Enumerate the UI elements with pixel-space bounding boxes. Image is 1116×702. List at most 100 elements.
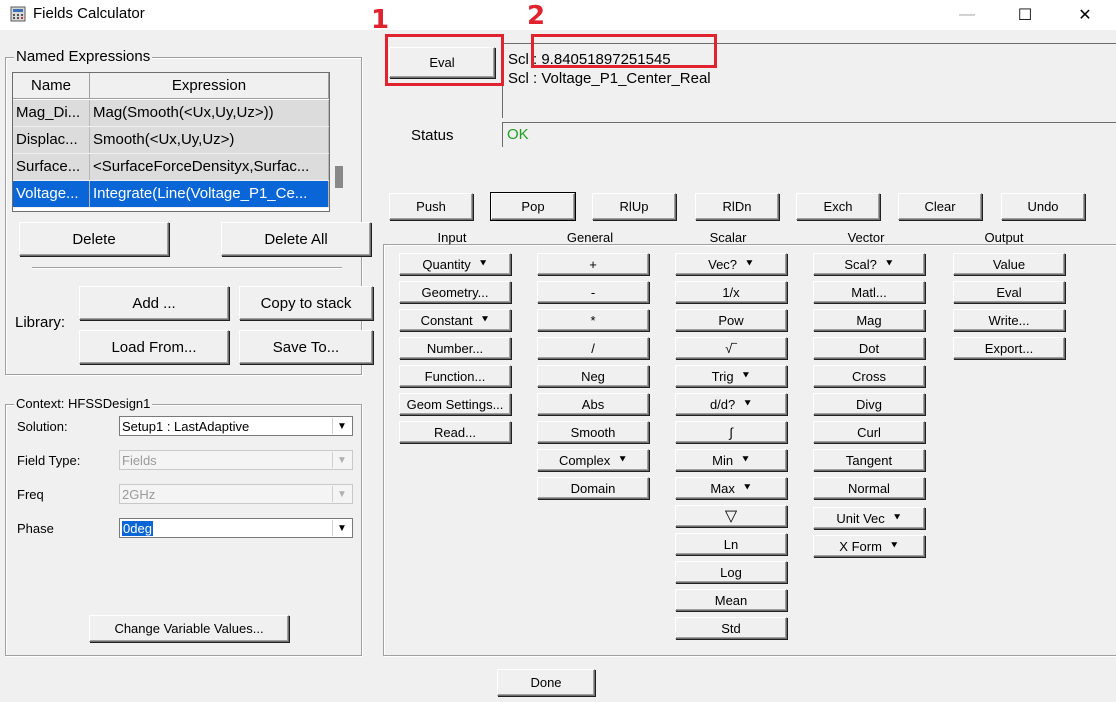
dot-button[interactable]: Dot (813, 337, 925, 359)
scal-button[interactable]: Scal? ⯆ (813, 253, 925, 275)
mean-button[interactable]: Mean (675, 589, 787, 611)
output-eval-button[interactable]: Eval (953, 281, 1065, 303)
row-expression: Smooth(<Ux,Uy,Uz>) (90, 127, 329, 153)
tangent-button[interactable]: Tangent (813, 449, 925, 471)
table-scrollbar[interactable] (330, 72, 348, 210)
std-button[interactable]: Std (675, 617, 787, 639)
push-button[interactable]: Push (389, 193, 473, 220)
delete-all-button[interactable]: Delete All (221, 222, 371, 256)
curl-button[interactable]: Curl (813, 421, 925, 443)
cross-button[interactable]: Cross (813, 365, 925, 387)
load-from-button[interactable]: Load From... (79, 330, 229, 364)
phase-value: 0deg (122, 521, 153, 536)
clear-button[interactable]: Clear (898, 193, 982, 220)
column-header-name[interactable]: Name (13, 73, 90, 98)
smooth-button[interactable]: Smooth (537, 421, 649, 443)
dropdown-arrow-icon: ⯆ (889, 539, 899, 552)
table-header: Name Expression (13, 73, 329, 99)
minimize-icon[interactable]: — (944, 2, 990, 28)
domain-button[interactable]: Domain (537, 477, 649, 499)
normal-button[interactable]: Normal (813, 477, 925, 499)
quantity-button[interactable]: Quantity ⯆ (399, 253, 511, 275)
annotation-label-1: 1 (371, 5, 390, 35)
integral-button[interactable]: ∫ (675, 421, 787, 443)
quantity-label: Quantity (422, 256, 471, 272)
complex-button[interactable]: Complex ⯆ (537, 449, 649, 471)
chevron-down-icon: ▼ (332, 452, 351, 468)
chevron-down-icon: ▼ (332, 418, 351, 434)
mag-button[interactable]: Mag (813, 309, 925, 331)
dropdown-arrow-icon: ⯆ (745, 257, 754, 270)
scal-label: Scal? (844, 256, 877, 272)
annotation-label-2: 2 (527, 1, 546, 31)
ln-button[interactable]: Ln (675, 533, 787, 555)
row-name: Voltage... (13, 181, 90, 207)
rlup-button[interactable]: RlUp (592, 193, 676, 220)
table-row[interactable]: Surface... <SurfaceForceDensityx,Surfac.… (13, 154, 329, 181)
table-row-selected[interactable]: Voltage... Integrate(Line(Voltage_P1_Ce.… (13, 181, 329, 208)
write-button[interactable]: Write... (953, 309, 1065, 331)
rldn-button[interactable]: RlDn (695, 193, 779, 220)
constant-button[interactable]: Constant ⯆ (399, 309, 511, 331)
function-button[interactable]: Function... (399, 365, 511, 387)
vec-button[interactable]: Vec? ⯆ (675, 253, 787, 275)
phase-select[interactable]: 0deg ▼ (119, 518, 353, 538)
dropdown-arrow-icon: ⯆ (741, 453, 750, 466)
number-button[interactable]: Number... (399, 337, 511, 359)
trig-label: Trig (711, 368, 734, 384)
matl-button[interactable]: Matl... (813, 281, 925, 303)
general-column-title: General (566, 230, 614, 245)
geom-settings-button[interactable]: Geom Settings... (399, 393, 511, 415)
undo-button[interactable]: Undo (1001, 193, 1085, 220)
max-button[interactable]: Max ⯆ (675, 477, 787, 499)
derivative-button[interactable]: d/d? ⯆ (675, 393, 787, 415)
row-expression: Mag(Smooth(<Ux,Uy,Uz>)) (90, 100, 329, 126)
pop-button[interactable]: Pop (491, 193, 575, 220)
unit-vec-button[interactable]: Unit Vec ⯆ (813, 507, 925, 529)
dropdown-arrow-icon: ⯆ (892, 511, 902, 524)
dropdown-arrow-icon: ⯆ (478, 257, 488, 270)
min-button[interactable]: Min ⯆ (675, 449, 787, 471)
divide-button[interactable]: / (537, 337, 649, 359)
unit-vec-label: Unit Vec (836, 510, 885, 526)
change-variable-values-button[interactable]: Change Variable Values... (89, 615, 289, 642)
maximize-icon[interactable]: ☐ (1002, 2, 1048, 28)
plus-button[interactable]: + (537, 253, 649, 275)
row-name: Displac... (13, 127, 90, 153)
neg-button[interactable]: Neg (537, 365, 649, 387)
gradient-button[interactable]: ▽ (675, 505, 787, 527)
freq-label: Freq (17, 487, 44, 502)
sqrt-button[interactable]: √‾ (675, 337, 787, 359)
add-button[interactable]: Add ... (79, 286, 229, 320)
multiply-button[interactable]: * (537, 309, 649, 331)
log-button[interactable]: Log (675, 561, 787, 583)
status-label: Status (411, 127, 454, 144)
read-button[interactable]: Read... (399, 421, 511, 443)
field-type-value: Fields (122, 453, 157, 468)
xform-button[interactable]: X Form ⯆ (813, 535, 925, 557)
minus-button[interactable]: - (537, 281, 649, 303)
save-to-button[interactable]: Save To... (239, 330, 373, 364)
table-row[interactable]: Mag_Di... Mag(Smooth(<Ux,Uy,Uz>)) (13, 100, 329, 127)
scrollbar-thumb[interactable] (335, 166, 343, 188)
solution-select[interactable]: Setup1 : LastAdaptive ▼ (119, 416, 353, 436)
pow-button[interactable]: Pow (675, 309, 787, 331)
delete-button[interactable]: Delete (19, 222, 169, 256)
column-header-expression[interactable]: Expression (90, 73, 329, 98)
export-button[interactable]: Export... (953, 337, 1065, 359)
reciprocal-button[interactable]: 1/x (675, 281, 787, 303)
done-button[interactable]: Done (497, 669, 595, 696)
output-line: Scl : Voltage_P1_Center_Real (508, 70, 711, 87)
geometry-button[interactable]: Geometry... (399, 281, 511, 303)
copy-to-stack-button[interactable]: Copy to stack (239, 286, 373, 320)
exch-button[interactable]: Exch (796, 193, 880, 220)
table-row[interactable]: Displac... Smooth(<Ux,Uy,Uz>) (13, 127, 329, 154)
close-icon[interactable]: ✕ (1062, 2, 1108, 28)
field-type-label: Field Type: (17, 453, 81, 468)
chevron-down-icon: ▼ (332, 520, 351, 536)
divg-button[interactable]: Divg (813, 393, 925, 415)
trig-button[interactable]: Trig ⯆ (675, 365, 787, 387)
row-expression: <SurfaceForceDensityx,Surfac... (90, 154, 329, 180)
abs-button[interactable]: Abs (537, 393, 649, 415)
value-button[interactable]: Value (953, 253, 1065, 275)
